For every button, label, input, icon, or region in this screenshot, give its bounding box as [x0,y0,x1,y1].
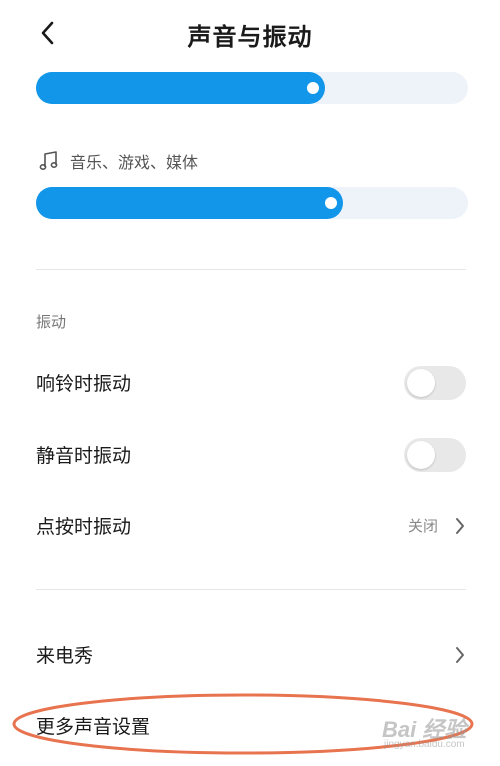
toggle-knob [407,369,435,397]
slider-knob[interactable] [325,197,337,209]
silent-vibrate-row[interactable]: 静音时振动 [0,427,500,483]
slider-fill [36,187,343,219]
ring-vibrate-toggle[interactable] [404,366,466,400]
caller-show-row[interactable]: 来电秀 [0,627,500,683]
ring-vibrate-label: 响铃时振动 [36,373,132,395]
divider [36,589,466,590]
chevron-right-icon [456,518,464,534]
slider-knob[interactable] [307,82,319,94]
more-sound-settings-label: 更多声音设置 [36,716,151,738]
media-volume-label: 音乐、游戏、媒体 [70,153,199,172]
slider-fill [36,72,325,104]
media-volume-slider[interactable] [36,187,468,219]
caller-show-label: 来电秀 [36,645,94,667]
silent-vibrate-toggle[interactable] [404,438,466,472]
watermark-url: jingyan.baidu.com [384,739,465,750]
watermark: Bai 经验 jingyan.baidu.com [382,712,482,756]
ring-vibrate-row[interactable]: 响铃时振动 [0,355,500,411]
touch-vibrate-label: 点按时振动 [36,516,132,538]
divider [36,269,466,270]
music-note-icon [39,151,58,171]
media-volume-label-row: 音乐、游戏、媒体 [38,148,198,174]
section-label-vibration: 振动 [36,313,67,331]
page-title: 声音与振动 [187,23,313,51]
touch-vibrate-row[interactable]: 点按时振动 关闭 [0,498,500,554]
ringtone-volume-slider[interactable] [36,72,468,104]
header-bar: 声音与振动 [0,0,500,70]
silent-vibrate-label: 静音时振动 [36,445,132,467]
chevron-right-icon [456,647,464,663]
touch-vibrate-value: 关闭 [407,517,438,535]
toggle-knob [407,441,435,469]
